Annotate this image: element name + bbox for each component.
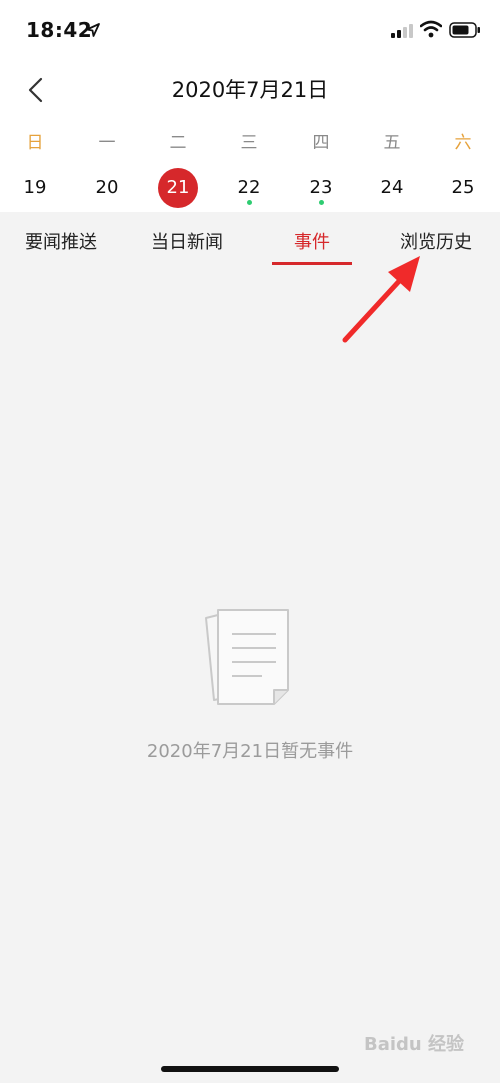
- wifi-icon: [420, 20, 442, 38]
- status-time: 18:42: [26, 18, 93, 42]
- weekday-label: 三: [240, 133, 258, 153]
- weekday-label: 五: [383, 133, 401, 153]
- weekday-row: 日 一 二 三 四 五 六: [0, 118, 500, 164]
- calendar-events-screen: 18:42 2020年7月21日 日 一 二 三 四 五 六 19 20 21 …: [0, 0, 500, 1083]
- weekday-label: 六: [454, 133, 472, 153]
- date-cell[interactable]: 20: [87, 168, 127, 208]
- weekday-label: 一: [98, 133, 116, 153]
- date-cell[interactable]: 24: [372, 168, 412, 208]
- date-cell[interactable]: 25: [443, 168, 483, 208]
- tab-headline-push[interactable]: 要闻推送: [25, 228, 97, 254]
- status-bar: 18:42: [0, 0, 500, 60]
- tab-events[interactable]: 事件: [294, 228, 330, 254]
- weekday-label: 日: [26, 133, 44, 153]
- baidu-watermark: Baidu 经验: [364, 1034, 465, 1055]
- page-title: 2020年7月21日: [171, 78, 329, 102]
- event-dot: [246, 200, 252, 205]
- home-indicator[interactable]: [161, 1066, 339, 1072]
- date-cell[interactable]: 19: [15, 168, 55, 208]
- battery-icon: [449, 22, 480, 38]
- event-dot: [318, 200, 324, 205]
- tab-daily-news[interactable]: 当日新闻: [151, 228, 223, 254]
- date-row: 19 20 21 22 23 24 25: [0, 164, 500, 212]
- location-arrow-icon: [86, 23, 100, 37]
- weekday-label: 四: [312, 133, 330, 153]
- document-icon: [205, 609, 289, 705]
- empty-state-message: 2020年7月21日暂无事件: [146, 741, 354, 762]
- date-cell-selected[interactable]: 21: [158, 168, 198, 208]
- cellular-signal-icon: [391, 24, 413, 38]
- red-arrow-icon: [342, 256, 420, 343]
- nav-header: 2020年7月21日: [0, 60, 500, 118]
- weekday-label: 二: [169, 133, 187, 153]
